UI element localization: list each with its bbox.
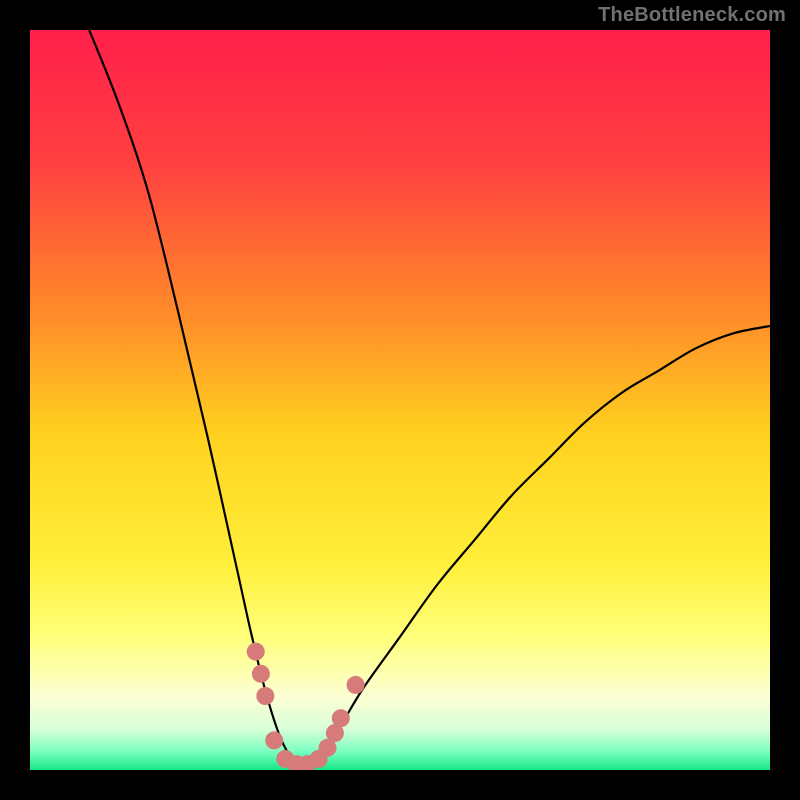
data-marker bbox=[265, 731, 283, 749]
data-marker bbox=[347, 676, 365, 694]
bottleneck-chart bbox=[0, 0, 800, 800]
data-marker bbox=[332, 709, 350, 727]
data-marker bbox=[247, 643, 265, 661]
plot-background bbox=[30, 30, 770, 770]
data-marker bbox=[252, 665, 270, 683]
watermark-text: TheBottleneck.com bbox=[598, 4, 786, 27]
data-marker bbox=[256, 687, 274, 705]
chart-stage: TheBottleneck.com bbox=[0, 0, 800, 800]
